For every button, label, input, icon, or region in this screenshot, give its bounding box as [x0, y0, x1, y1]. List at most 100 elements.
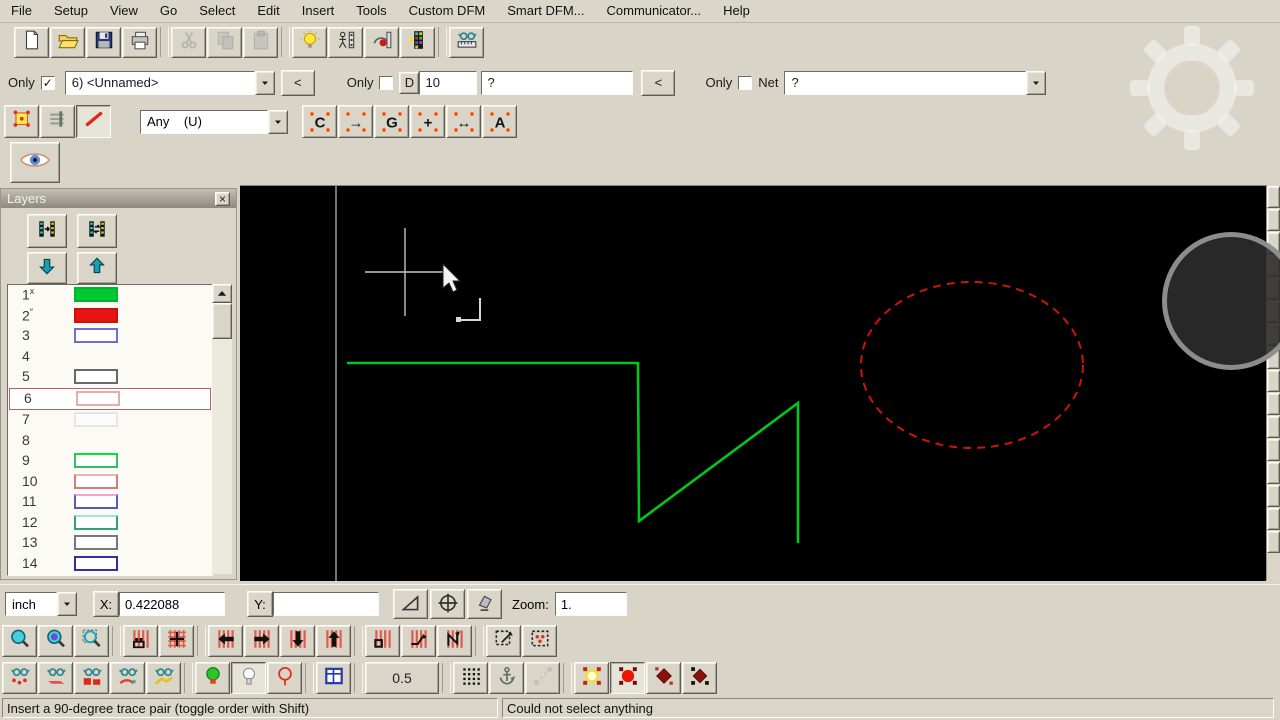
layer-row-10[interactable]: 10	[8, 472, 212, 493]
layer-color-swatch[interactable]	[74, 494, 118, 509]
menu-item-help[interactable]: Help	[712, 0, 761, 22]
open-file-button[interactable]	[50, 27, 85, 58]
layer-color-swatch[interactable]	[74, 474, 118, 489]
select-elements-button[interactable]	[522, 625, 557, 657]
view-window-button[interactable]	[123, 625, 158, 657]
copy-layer-button[interactable]	[27, 214, 67, 248]
layer-combo[interactable]: 6) <Unnamed>	[65, 71, 275, 95]
paste-button[interactable]	[243, 27, 278, 58]
board-corner-button[interactable]	[365, 625, 400, 657]
menu-item-select[interactable]: Select	[188, 0, 246, 22]
menu-item-setup[interactable]: Setup	[43, 0, 99, 22]
redraw-button[interactable]	[292, 27, 327, 58]
layer-color-swatch[interactable]	[74, 535, 118, 550]
zoom-select-button[interactable]	[74, 625, 109, 657]
layer-row-15[interactable]: 15	[8, 574, 212, 576]
highlight-off-button[interactable]	[231, 662, 266, 694]
layer-row-5[interactable]: 5	[8, 367, 212, 388]
layers-panel-titlebar[interactable]: Layers ×	[1, 189, 236, 208]
measure-net-button[interactable]	[146, 662, 181, 694]
side-toolbar-button[interactable]	[1267, 439, 1280, 461]
chevron-down-icon[interactable]	[57, 592, 77, 616]
side-toolbar-button[interactable]	[1267, 255, 1280, 277]
select-window-button[interactable]	[486, 625, 521, 657]
new-file-button[interactable]	[14, 27, 49, 58]
insert-pad-button[interactable]: +	[410, 105, 445, 138]
measure-object-button[interactable]	[74, 662, 109, 694]
menu-item-insert[interactable]: Insert	[291, 0, 346, 22]
pan-left-button[interactable]	[208, 625, 243, 657]
anchor-button[interactable]	[489, 662, 524, 694]
scrollbar-thumb[interactable]	[212, 303, 232, 339]
chevron-down-icon[interactable]	[268, 110, 288, 134]
side-toolbar-button[interactable]	[1267, 209, 1280, 231]
board-route-button[interactable]	[401, 625, 436, 657]
aperture-table-button[interactable]	[316, 662, 351, 694]
pad-mode-button[interactable]	[4, 105, 39, 138]
set-origin-button[interactable]	[430, 589, 465, 619]
apply-coords-button[interactable]	[467, 589, 502, 619]
move-layer-up-button[interactable]	[77, 252, 117, 284]
menu-item-go[interactable]: Go	[149, 0, 188, 22]
layer-row-9[interactable]: 9	[8, 451, 212, 472]
side-toolbar-button[interactable]	[1267, 531, 1280, 553]
layer-color-swatch[interactable]	[74, 412, 118, 427]
layer-row-3[interactable]: 3	[8, 326, 212, 347]
only-dcode-checkbox[interactable]	[379, 76, 393, 90]
layer-table-button[interactable]	[400, 27, 435, 58]
snap-path-button[interactable]	[525, 662, 560, 694]
only-layer-checkbox[interactable]: ✓	[41, 76, 55, 90]
side-toolbar-button[interactable]	[1267, 347, 1280, 369]
print-button[interactable]	[122, 27, 157, 58]
layer-color-swatch[interactable]	[74, 369, 118, 384]
layer-color-swatch[interactable]	[74, 515, 118, 530]
zoom-window-button[interactable]	[2, 625, 37, 657]
menu-item-communicator[interactable]: Communicator...	[596, 0, 713, 22]
zoom-input[interactable]: 1.	[555, 592, 627, 616]
layer-color-swatch[interactable]	[74, 556, 118, 571]
visibility-button[interactable]	[10, 142, 60, 183]
prev-dcode-button[interactable]: <	[641, 70, 675, 96]
side-toolbar-button[interactable]	[1267, 301, 1280, 323]
insert-gerber-button[interactable]: G	[374, 105, 409, 138]
swap-layer-button[interactable]	[77, 214, 117, 248]
layer-color-swatch[interactable]	[74, 328, 118, 343]
copy-button[interactable]	[207, 27, 242, 58]
dcode-query-input[interactable]: ?	[481, 71, 633, 95]
dcode-input[interactable]: 10	[419, 71, 477, 95]
layer-lines-button[interactable]	[40, 105, 75, 138]
snap-corner-button[interactable]	[682, 662, 717, 694]
layers-scrollbar[interactable]	[212, 284, 232, 574]
cut-button[interactable]	[171, 27, 206, 58]
measure-edge-button[interactable]	[38, 662, 73, 694]
zoom-in-button[interactable]	[38, 625, 73, 657]
menu-item-file[interactable]: File	[0, 0, 43, 22]
pan-up-button[interactable]	[316, 625, 351, 657]
measure-center-button[interactable]	[110, 662, 145, 694]
prev-layer-button[interactable]: <	[281, 70, 315, 96]
mode-combo[interactable]: Any (U)	[140, 110, 288, 134]
layer-row-12[interactable]: 12	[8, 513, 212, 534]
snap-item-button[interactable]	[646, 662, 681, 694]
y-coordinate-input[interactable]	[273, 592, 379, 616]
side-toolbar-button[interactable]	[1267, 232, 1280, 254]
scroll-up-icon[interactable]	[212, 284, 232, 303]
net-combo[interactable]: ?	[784, 71, 1046, 95]
layer-row-8[interactable]: 8	[8, 431, 212, 452]
unit-combo[interactable]: inch	[5, 592, 77, 616]
dcode-button[interactable]: D	[399, 72, 419, 94]
relative-angle-button[interactable]	[393, 589, 428, 619]
query-layer-button[interactable]	[364, 27, 399, 58]
side-toolbar-button[interactable]	[1267, 416, 1280, 438]
chevron-down-icon[interactable]	[255, 71, 275, 95]
side-toolbar-button[interactable]	[1267, 393, 1280, 415]
layer-row-13[interactable]: 13	[8, 533, 212, 554]
menu-item-view[interactable]: View	[99, 0, 149, 22]
side-toolbar-button[interactable]	[1267, 485, 1280, 507]
component-view-button[interactable]	[328, 27, 363, 58]
menu-item-tools[interactable]: Tools	[345, 0, 397, 22]
layer-row-6[interactable]: 6	[9, 388, 211, 411]
close-icon[interactable]: ×	[215, 192, 230, 206]
layer-color-swatch[interactable]	[74, 308, 118, 323]
side-toolbar-button[interactable]	[1267, 370, 1280, 392]
